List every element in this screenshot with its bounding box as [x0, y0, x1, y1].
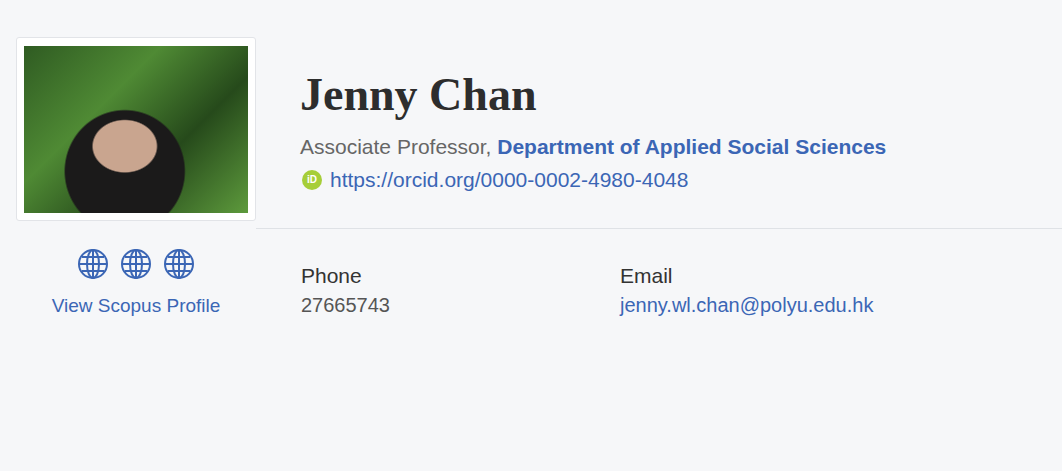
contact-item: Email jenny.wl.chan@polyu.edu.hk	[620, 262, 939, 319]
photo-frame	[16, 37, 256, 221]
contact-label: Phone	[301, 262, 620, 289]
orcid-link[interactable]: https://orcid.org/0000-0002-4980-4048	[330, 166, 688, 193]
scopus-link[interactable]: View Scopus Profile	[52, 292, 221, 321]
contact-item: Phone 27665743	[301, 262, 620, 319]
globe-icon[interactable]	[120, 248, 152, 280]
contact-link[interactable]: jenny.wl.chan@polyu.edu.hk	[620, 294, 873, 316]
orcid-icon: iD	[302, 170, 322, 190]
profile-page: View Scopus Profile Jenny Chan Associate…	[0, 0, 1062, 339]
profile-sidebar: View Scopus Profile	[0, 0, 256, 339]
contact-label: Email	[620, 262, 939, 289]
contact-details: Phone 27665743 Email jenny.wl.chan@polyu.ed…	[256, 229, 1062, 339]
profile-header: Jenny Chan Associate Professor, Departme…	[256, 0, 1062, 229]
profile-photo	[24, 46, 248, 213]
position-title: Associate Professor,	[300, 135, 497, 158]
position-line: Associate Professor, Department of Appli…	[300, 133, 1042, 160]
orcid-line: iD https://orcid.org/0000-0002-4980-4048	[300, 166, 1042, 193]
contact-value: 27665743	[301, 294, 390, 316]
globe-icon[interactable]	[163, 248, 195, 280]
profile-name: Jenny Chan	[300, 70, 1042, 121]
globe-icon[interactable]	[77, 248, 109, 280]
department-link[interactable]: Department of Applied Social Sciences	[497, 135, 886, 158]
web-links	[16, 248, 256, 280]
profile-main: Jenny Chan Associate Professor, Departme…	[256, 0, 1062, 339]
